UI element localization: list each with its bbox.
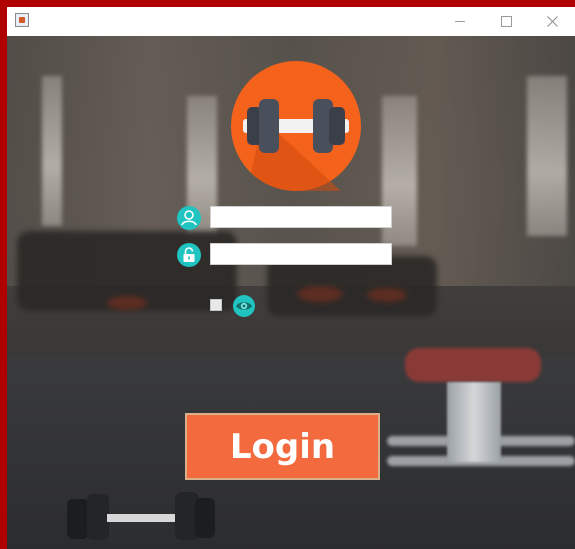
login-panel: Login — [7, 36, 575, 549]
maximize-button[interactable] — [483, 7, 529, 36]
background-plate — [107, 296, 147, 310]
password-row — [177, 243, 407, 269]
background-bench-post — [447, 382, 501, 462]
background-plate — [297, 286, 343, 302]
show-password-checkbox[interactable] — [210, 299, 222, 311]
show-password-row — [210, 294, 270, 318]
title-bar — [7, 7, 575, 36]
background-dumbbell — [67, 492, 215, 540]
background-window — [42, 76, 62, 226]
minimize-button[interactable] — [437, 7, 483, 36]
lock-icon — [177, 243, 201, 267]
username-row — [177, 206, 407, 232]
maximize-icon — [500, 16, 512, 27]
java-icon — [15, 13, 29, 27]
login-button[interactable]: Login — [185, 413, 380, 480]
close-button[interactable] — [529, 7, 575, 36]
background-plate — [367, 288, 407, 302]
user-icon — [177, 206, 201, 230]
minimize-icon — [455, 21, 465, 22]
close-icon — [546, 16, 558, 27]
app-window: Login — [7, 7, 575, 549]
username-input[interactable] — [210, 206, 392, 228]
background-bench-seat — [405, 348, 541, 382]
password-input[interactable] — [210, 243, 392, 265]
dumbbell-icon — [231, 61, 361, 191]
eye-icon[interactable] — [232, 294, 256, 318]
background-window — [527, 76, 567, 236]
